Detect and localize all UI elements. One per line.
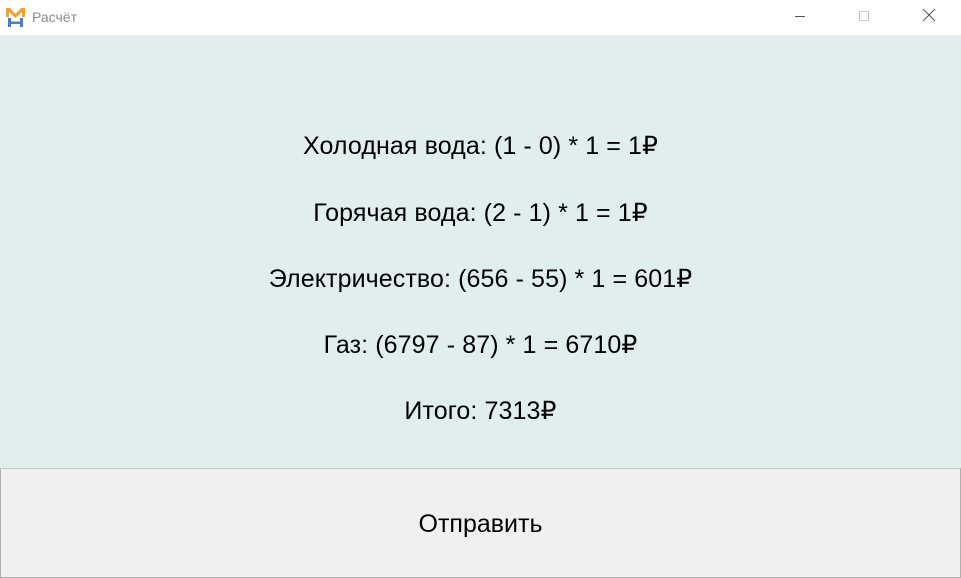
electricity-result: Электричество: (656 - 55) * 1 = 601₽ [268, 265, 693, 293]
app-logo-icon [4, 6, 27, 28]
close-icon [922, 8, 936, 27]
minimize-button[interactable] [768, 0, 832, 35]
window-title: Расчёт [32, 9, 77, 25]
maximize-icon [858, 9, 870, 27]
cold-water-result: Холодная вода: (1 - 0) * 1 = 1₽ [302, 132, 659, 160]
minimize-icon [794, 9, 806, 27]
maximize-button[interactable] [832, 0, 896, 35]
send-button-label: Отправить [418, 509, 543, 538]
hot-water-result: Горячая вода: (2 - 1) * 1 = 1₽ [313, 199, 648, 227]
close-button[interactable] [897, 0, 961, 35]
total-result: Итого: 7313₽ [404, 397, 557, 425]
results-panel: Холодная вода: (1 - 0) * 1 = 1₽ Горячая … [0, 35, 961, 468]
title-bar[interactable]: Расчёт [0, 0, 961, 35]
calculation-window: Расчёт Холодная вода: (1 - 0) * 1 = 1₽ Г… [0, 0, 961, 578]
send-button[interactable]: Отправить [0, 468, 961, 578]
gas-result: Газ: (6797 - 87) * 1 = 6710₽ [323, 331, 638, 359]
